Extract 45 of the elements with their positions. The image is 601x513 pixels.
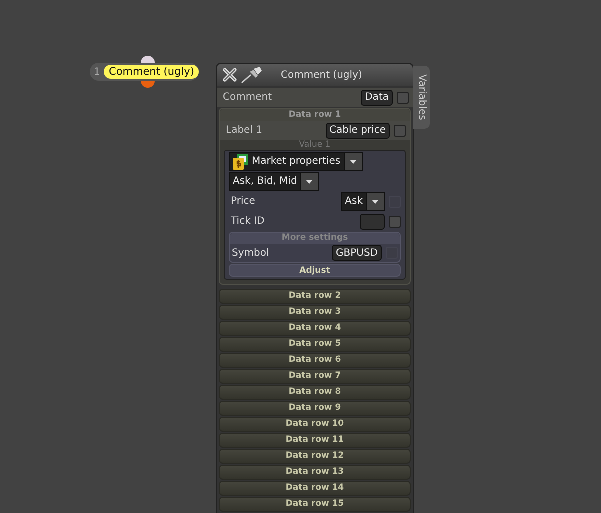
label-field: Label 1 [226,125,322,136]
section-header[interactable]: Data row 13 [219,465,411,480]
output-port-icon[interactable] [141,81,155,89]
close-icon[interactable] [223,68,237,82]
checkbox[interactable] [389,216,401,228]
caret-icon [300,173,318,190]
section-header[interactable]: Data row 2 [219,289,411,304]
money-icon [233,154,249,170]
mode-dropdown[interactable]: Ask, Bid, Mid [229,172,320,191]
input-port-icon[interactable] [141,53,155,63]
symbol-label: Symbol [231,248,270,258]
node-body[interactable]: 1 Comment (ugly) [90,63,200,81]
variables-tab[interactable]: Variables [413,66,430,129]
checkbox[interactable] [397,92,409,104]
node-number: 1 [94,66,102,78]
cable-price-button[interactable]: Cable price [326,122,390,138]
section-header[interactable]: Data row 12 [219,449,411,464]
tick-id-button[interactable] [360,214,385,230]
section-header[interactable]: Data row 1 [220,109,410,121]
section-header[interactable]: Data row 3 [219,305,411,320]
section-header[interactable]: Data row 11 [219,433,411,448]
section-header[interactable]: Data row 4 [219,321,411,336]
section-header[interactable]: Data row 7 [219,369,411,384]
section-header[interactable]: Data row 5 [219,337,411,352]
section-header[interactable]: Data row 8 [219,385,411,400]
caret-icon [366,193,384,210]
section-header[interactable]: Data row 14 [219,481,411,496]
section-header[interactable]: Data row 15 [219,497,411,512]
field-label: Tick ID [230,216,266,227]
value-label: Value 1 [298,140,332,150]
comment-label: Comment [223,92,273,103]
caret-icon [344,153,362,170]
source-dropdown[interactable]: Market properties [229,152,363,171]
price-dropdown[interactable]: Ask [341,192,385,211]
checkbox[interactable] [394,124,406,136]
data-button[interactable]: Data [361,90,393,106]
panel-title: Comment (ugly) [281,70,362,80]
adjust-button[interactable]: Adjust [229,264,401,277]
node-label: Comment (ugly) [104,65,200,79]
section-header[interactable]: Data row 10 [219,417,411,432]
section-header[interactable]: Data row 9 [219,401,411,416]
field-label: Price [230,196,256,207]
section-header[interactable]: Data row 6 [219,353,411,368]
symbol-button[interactable]: GBPUSD [332,245,382,261]
pin-icon[interactable] [241,66,263,84]
